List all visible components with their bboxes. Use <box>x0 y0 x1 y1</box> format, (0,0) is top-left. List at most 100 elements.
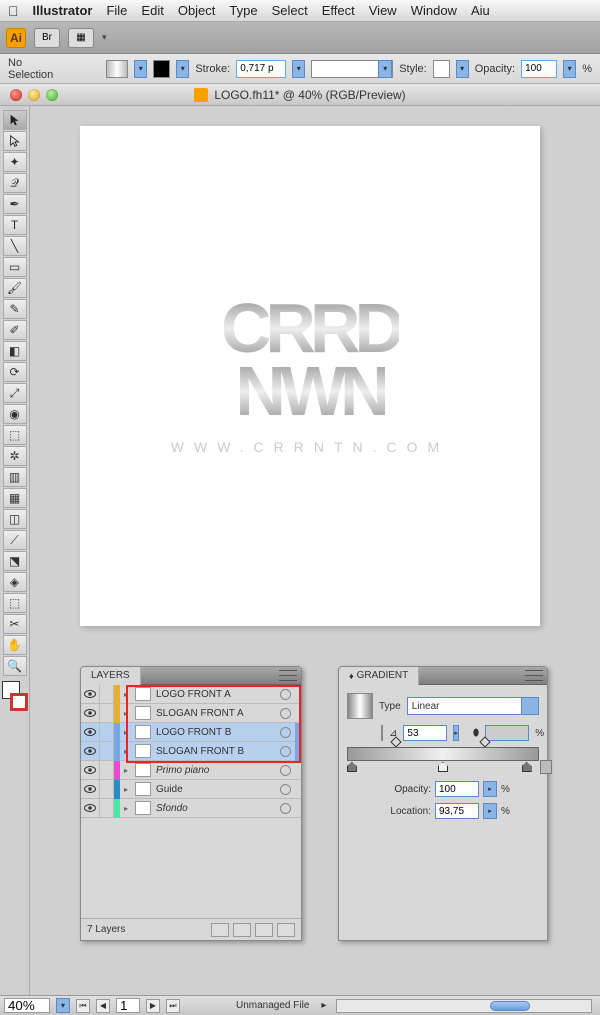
stroke-weight-stepper-icon[interactable]: ▾ <box>292 60 305 78</box>
visibility-toggle-icon[interactable] <box>81 742 100 761</box>
lock-cell[interactable] <box>100 723 114 742</box>
menu-select[interactable]: Select <box>272 3 308 18</box>
menu-view[interactable]: View <box>369 3 397 18</box>
rectangle-tool[interactable]: ▭ <box>3 257 27 277</box>
brush-selector[interactable]: ▾ <box>311 60 393 78</box>
window-minimize-icon[interactable] <box>28 89 40 101</box>
live-paint-tool[interactable]: ◈ <box>3 572 27 592</box>
type-tool[interactable]: T <box>3 215 27 235</box>
target-icon[interactable] <box>280 708 291 719</box>
free-transform-tool[interactable]: ⬚ <box>3 425 27 445</box>
gradient-panel-header[interactable]: ♦GRADIENT <box>339 667 547 685</box>
blend-tool[interactable]: ⬔ <box>3 551 27 571</box>
crop-tool[interactable]: ⬚ <box>3 593 27 613</box>
window-close-icon[interactable] <box>10 89 22 101</box>
last-artboard-button[interactable]: ⏭ <box>166 999 180 1013</box>
stroke-color-icon[interactable] <box>10 693 28 711</box>
new-sublayer-button[interactable] <box>233 923 251 937</box>
pencil-tool[interactable]: ✎ <box>3 299 27 319</box>
canvas-area[interactable]: CRRD NWN WWW.CRRNTN.COM LAYERS ▸LOGO FRO… <box>30 106 600 995</box>
gradient-tab[interactable]: ♦GRADIENT <box>339 667 419 685</box>
gradient-stop-icon[interactable] <box>522 762 532 772</box>
expand-icon[interactable]: ▸ <box>120 799 132 818</box>
bridge-button[interactable]: Br <box>34 28 60 48</box>
fill-dropdown-icon[interactable]: ▾ <box>134 60 147 78</box>
blob-brush-tool[interactable]: ✐ <box>3 320 27 340</box>
layer-name[interactable]: SLOGAN FRONT B <box>154 746 280 757</box>
direct-selection-tool[interactable] <box>3 131 27 151</box>
horizontal-scrollbar[interactable] <box>336 999 592 1013</box>
menu-object[interactable]: Object <box>178 3 216 18</box>
expand-icon[interactable]: ▸ <box>120 723 132 742</box>
visibility-toggle-icon[interactable] <box>81 723 100 742</box>
eraser-tool[interactable]: ◧ <box>3 341 27 361</box>
menu-effect[interactable]: Effect <box>322 3 355 18</box>
slice-tool[interactable]: ✂ <box>3 614 27 634</box>
menu-app[interactable]: Illustrator <box>33 3 93 18</box>
gradient-location-input[interactable] <box>435 803 479 819</box>
visibility-toggle-icon[interactable] <box>81 685 100 704</box>
target-icon[interactable] <box>280 689 291 700</box>
gradient-angle-input[interactable] <box>403 725 447 741</box>
opacity-input[interactable] <box>521 60 557 78</box>
fill-stroke-indicator[interactable] <box>2 681 28 711</box>
scale-tool[interactable]: ⤢ <box>3 383 27 403</box>
expand-icon[interactable]: ▸ <box>120 704 132 723</box>
lock-cell[interactable] <box>100 704 114 723</box>
rotate-tool[interactable]: ⟳ <box>3 362 27 382</box>
style-dropdown-icon[interactable]: ▾ <box>456 60 469 78</box>
lock-cell[interactable] <box>100 780 114 799</box>
scrollbar-thumb[interactable] <box>490 1001 530 1011</box>
style-swatch[interactable] <box>433 60 450 78</box>
arrange-docs-button[interactable]: ▦ <box>68 28 94 48</box>
visibility-toggle-icon[interactable] <box>81 761 100 780</box>
layer-row[interactable]: ▸Guide <box>81 780 301 799</box>
target-icon[interactable] <box>280 803 291 814</box>
panel-menu-icon[interactable] <box>525 670 543 681</box>
arrange-dropdown-icon[interactable]: ▾ <box>102 28 112 48</box>
stroke-swatch[interactable] <box>153 60 170 78</box>
selection-tool[interactable] <box>3 110 27 130</box>
layer-name[interactable]: LOGO FRONT A <box>154 689 280 700</box>
zoom-tool[interactable]: 🔍 <box>3 656 27 676</box>
lock-cell[interactable] <box>100 761 114 780</box>
layer-name[interactable]: Sfondo <box>154 803 280 814</box>
layer-name[interactable]: Primo piano <box>154 765 280 776</box>
paintbrush-tool[interactable]: 🖌 <box>3 278 27 298</box>
opacity-dropdown-icon[interactable]: ▾ <box>563 60 576 78</box>
menu-file[interactable]: File <box>106 3 127 18</box>
lasso-tool[interactable]: 𝒬 <box>3 173 27 193</box>
zoom-input[interactable] <box>4 998 50 1013</box>
hand-tool[interactable]: ✋ <box>3 635 27 655</box>
window-zoom-icon[interactable] <box>46 89 58 101</box>
layers-panel-header[interactable]: LAYERS <box>81 667 301 685</box>
layer-name[interactable]: Guide <box>154 784 280 795</box>
expand-icon[interactable]: ▸ <box>120 685 132 704</box>
opacity-dropdown-icon[interactable]: ▸ <box>483 781 497 797</box>
gradient-stop-icon[interactable] <box>347 762 357 772</box>
status-dropdown-icon[interactable]: ▸ <box>321 1000 326 1011</box>
fill-swatch[interactable] <box>106 60 128 78</box>
angle-dropdown-icon[interactable]: ▸ <box>453 725 459 741</box>
layer-row[interactable]: ▸ Primo piano <box>81 761 301 780</box>
symbol-sprayer-tool[interactable]: ✲ <box>3 446 27 466</box>
location-dropdown-icon[interactable]: ▸ <box>483 803 497 819</box>
gradient-preview-swatch[interactable] <box>347 693 373 719</box>
line-tool[interactable]: ╲ <box>3 236 27 256</box>
magic-wand-tool[interactable]: ✦ <box>3 152 27 172</box>
gradient-tool[interactable]: ◫ <box>3 509 27 529</box>
next-artboard-button[interactable]: ▶ <box>146 999 160 1013</box>
target-icon[interactable] <box>280 784 291 795</box>
gradient-opacity-input[interactable] <box>435 781 479 797</box>
prev-artboard-button[interactable]: ◀ <box>96 999 110 1013</box>
lock-cell[interactable] <box>100 742 114 761</box>
menu-edit[interactable]: Edit <box>141 3 163 18</box>
graph-tool[interactable]: ▥ <box>3 467 27 487</box>
expand-icon[interactable]: ▸ <box>120 761 132 780</box>
clip-mask-button[interactable] <box>211 923 229 937</box>
panel-menu-icon[interactable] <box>279 670 297 681</box>
layer-row[interactable]: ▸SLOGAN FRONT A <box>81 704 301 723</box>
visibility-toggle-icon[interactable] <box>81 780 100 799</box>
visibility-toggle-icon[interactable] <box>81 704 100 723</box>
layer-row[interactable]: ▸LOGO FRONT B <box>81 723 301 742</box>
